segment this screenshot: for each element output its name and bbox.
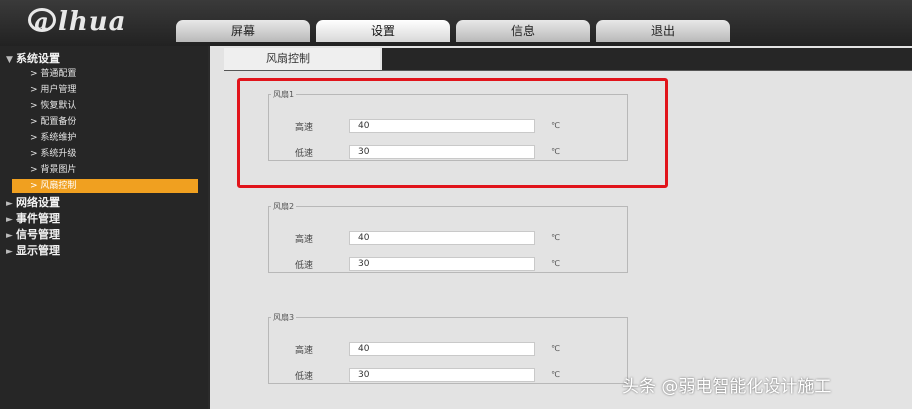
sidebar: ▼ 系统设置 > 普通配置 > 用户管理 > 恢复默认 > 配置备份 > 系统维护…	[0, 46, 208, 409]
fan3-low-unit: ℃	[551, 370, 560, 379]
fan2-low-label: 低速	[295, 261, 314, 271]
app-window: aalhualhua 屏幕 设置 信息 退出 ▼系统设置 > 普通配置 > 用户…	[0, 0, 912, 409]
sidebar-item-backup[interactable]: > 配置备份	[30, 115, 76, 129]
sidebar-group-events[interactable]: ► 事件管理	[6, 212, 60, 227]
brand-logo: aalhualhua	[28, 8, 154, 36]
fan2-high-label: 高速	[295, 235, 314, 245]
sidebar-group-signal[interactable]: ► 信号管理	[6, 228, 60, 243]
tab-exit[interactable]: 退出	[596, 20, 730, 42]
fan3-low-label: 低速	[295, 372, 314, 382]
fan3-high-input[interactable]: 40	[349, 342, 535, 356]
triangle-down-icon: ▼	[6, 55, 13, 65]
sidebar-item-fan-control[interactable]: > 风扇控制	[12, 179, 198, 193]
tab-screen[interactable]: 屏幕	[176, 20, 310, 42]
triangle-right-icon: ►	[6, 215, 13, 225]
fan2-high-unit: ℃	[551, 233, 560, 242]
tab-strip-background	[382, 48, 912, 70]
fan3-legend: 风扇3	[273, 313, 295, 322]
sidebar-group-system-settings[interactable]: ▼ 系统设置	[6, 52, 60, 67]
divider	[224, 70, 912, 71]
triangle-right-icon: ►	[6, 199, 13, 209]
fan3-group: 风扇3 高速 40 ℃ 低速 30 ℃	[268, 312, 628, 384]
fan2-high-input[interactable]: 40	[349, 231, 535, 245]
sidebar-item-upgrade[interactable]: > 系统升级	[30, 147, 76, 161]
sidebar-item-users[interactable]: > 用户管理	[30, 83, 76, 97]
tab-info[interactable]: 信息	[456, 20, 590, 42]
fan3-low-input[interactable]: 30	[349, 368, 535, 382]
triangle-right-icon: ►	[6, 231, 13, 241]
fan2-low-input[interactable]: 30	[349, 257, 535, 271]
fan2-legend: 风扇2	[273, 202, 295, 211]
top-bar: aalhualhua 屏幕 设置 信息 退出	[0, 0, 912, 46]
triangle-right-icon: ►	[6, 247, 13, 257]
watermark: 头条 @弱电智能化设计施工	[622, 377, 832, 397]
sidebar-item-maintenance[interactable]: > 系统维护	[30, 131, 76, 145]
fan3-high-unit: ℃	[551, 344, 560, 353]
fan2-group: 风扇2 高速 40 ℃ 低速 30 ℃	[268, 201, 628, 273]
sidebar-group-network[interactable]: ► 网络设置	[6, 196, 60, 211]
tab-fan-control[interactable]: 风扇控制	[224, 48, 380, 70]
sidebar-item-general[interactable]: > 普通配置	[30, 67, 76, 81]
fan3-high-label: 高速	[295, 346, 314, 356]
annotation-highlight-box	[237, 78, 668, 188]
tab-settings[interactable]: 设置	[316, 20, 450, 42]
fan2-low-unit: ℃	[551, 259, 560, 268]
sidebar-item-restore-default[interactable]: > 恢复默认	[30, 99, 76, 113]
sidebar-item-background[interactable]: > 背景图片	[30, 163, 76, 177]
sidebar-group-display[interactable]: ► 显示管理	[6, 244, 60, 259]
